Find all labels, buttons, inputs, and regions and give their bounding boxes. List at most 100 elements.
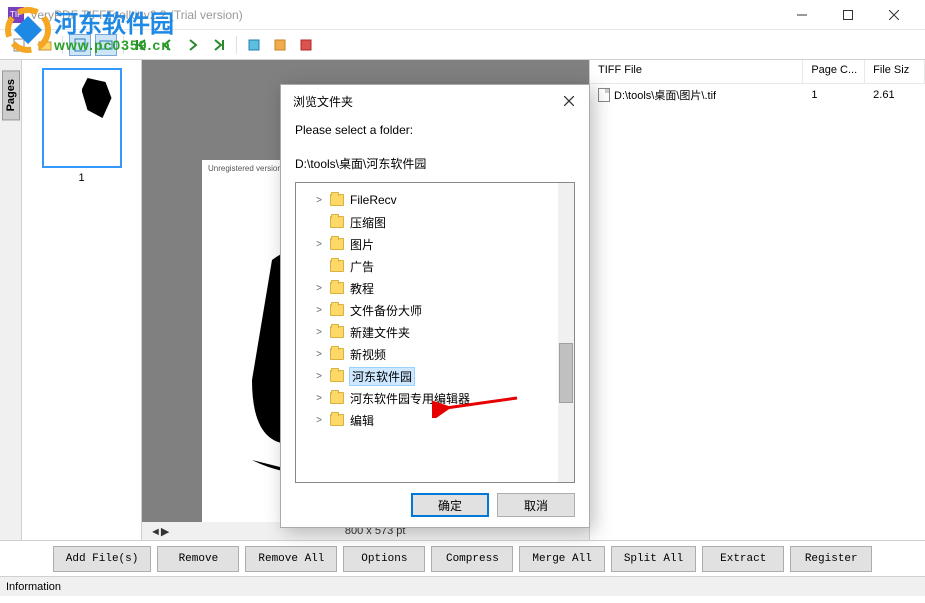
thumbnail-item[interactable]: 1 (30, 68, 133, 184)
toolbar (0, 30, 925, 60)
remove-all-button[interactable]: Remove All (245, 546, 337, 572)
next-page-icon[interactable] (182, 34, 204, 56)
col-tiff-file[interactable]: TIFF File (590, 60, 803, 83)
thumbnail-image (42, 68, 122, 168)
tree-item-label: 河东软件园专用编辑器 (350, 390, 470, 407)
tree-item[interactable]: 压缩图 (300, 211, 570, 233)
fit-page-icon[interactable] (69, 34, 91, 56)
tree-item[interactable]: 广告 (300, 255, 570, 277)
tree-item-label: FileRecv (350, 193, 397, 207)
scroll-left-icon[interactable]: ◄▶ (150, 525, 169, 538)
folder-icon (330, 260, 344, 272)
file-list-body: D:\tools\桌面\图片\.tif 1 2.61 (590, 84, 925, 540)
tree-item-label: 压缩图 (350, 214, 386, 231)
cell-pages: 1 (803, 87, 865, 103)
dialog-titlebar[interactable]: 浏览文件夹 (281, 85, 589, 117)
window-titlebar: TIF VeryPDF TIFFToolkit v2.2 (Trial vers… (0, 0, 925, 30)
remove-button[interactable]: Remove (157, 546, 239, 572)
open-icon[interactable] (34, 34, 56, 56)
document-icon[interactable] (8, 34, 30, 56)
tree-item[interactable]: > 文件备份大师 (300, 299, 570, 321)
dialog-path: D:\tools\桌面\河东软件园 (295, 155, 575, 172)
tree-item[interactable]: > 新建文件夹 (300, 321, 570, 343)
expand-icon[interactable]: > (314, 327, 324, 338)
cancel-button[interactable]: 取消 (497, 493, 575, 517)
split-all-button[interactable]: Split All (611, 546, 696, 572)
expand-icon[interactable]: > (314, 239, 324, 250)
maximize-button[interactable] (825, 0, 871, 30)
extract-button[interactable]: Extract (702, 546, 784, 572)
tree-item-label: 新建文件夹 (350, 324, 410, 341)
rotate-right-icon[interactable] (269, 34, 291, 56)
dialog-prompt: Please select a folder: (295, 123, 575, 137)
unregistered-label: Unregistered version (208, 164, 282, 173)
dialog-title: 浏览文件夹 (293, 93, 353, 110)
browse-folder-dialog: 浏览文件夹 Please select a folder: D:\tools\桌… (280, 84, 590, 528)
pages-tab[interactable]: Pages (0, 60, 22, 540)
tree-item[interactable]: > 图片 (300, 233, 570, 255)
tree-item-label: 图片 (350, 236, 374, 253)
cell-size: 2.61 (865, 87, 925, 103)
merge-all-button[interactable]: Merge All (519, 546, 604, 572)
tree-scrollbar[interactable] (558, 183, 574, 482)
expand-icon[interactable]: > (314, 305, 324, 316)
expand-icon[interactable]: > (314, 349, 324, 360)
expand-icon[interactable]: > (314, 393, 324, 404)
file-list-panel: TIFF File Page C... File Siz D:\tools\桌面… (589, 60, 925, 540)
folder-icon (330, 414, 344, 426)
tree-item-label: 广告 (350, 258, 374, 275)
info-icon[interactable] (295, 34, 317, 56)
file-list-header: TIFF File Page C... File Siz (590, 60, 925, 84)
ok-button[interactable]: 确定 (411, 493, 489, 517)
folder-icon (330, 194, 344, 206)
first-page-icon[interactable] (130, 34, 152, 56)
minimize-button[interactable] (779, 0, 825, 30)
tree-item[interactable]: > 编辑 (300, 409, 570, 431)
dialog-close-button[interactable] (555, 89, 583, 113)
expand-icon[interactable]: > (314, 283, 324, 294)
register-button[interactable]: Register (790, 546, 872, 572)
folder-icon (330, 282, 344, 294)
folder-icon (330, 216, 344, 228)
status-label: Information (6, 581, 61, 593)
expand-icon[interactable]: > (314, 195, 324, 206)
col-file-size[interactable]: File Siz (865, 60, 925, 83)
tree-item-label: 河东软件园 (350, 368, 414, 385)
tree-item[interactable]: > 河东软件园 (300, 365, 570, 387)
rotate-left-icon[interactable] (243, 34, 265, 56)
table-row[interactable]: D:\tools\桌面\图片\.tif 1 2.61 (590, 84, 925, 106)
fit-width-icon[interactable] (95, 34, 117, 56)
statusbar: Information (0, 576, 925, 596)
expand-icon[interactable]: > (314, 415, 324, 426)
tree-item[interactable]: > FileRecv (300, 189, 570, 211)
tree-item[interactable]: > 河东软件园专用编辑器 (300, 387, 570, 409)
window-title: VeryPDF TIFFToolkit v2.2 (Trial version) (30, 8, 779, 22)
compress-button[interactable]: Compress (431, 546, 513, 572)
folder-icon (330, 370, 344, 382)
folder-icon (330, 326, 344, 338)
folder-icon (330, 392, 344, 404)
tree-item-label: 教程 (350, 280, 374, 297)
folder-icon (330, 348, 344, 360)
tree-item[interactable]: > 教程 (300, 277, 570, 299)
close-button[interactable] (871, 0, 917, 30)
tree-item[interactable]: > 新视频 (300, 343, 570, 365)
app-icon: TIF (8, 7, 24, 23)
folder-icon (330, 304, 344, 316)
last-page-icon[interactable] (208, 34, 230, 56)
bottom-toolbar: Add File(s) Remove Remove All Options Co… (0, 540, 925, 576)
add-files-button[interactable]: Add File(s) (53, 546, 152, 572)
col-page-count[interactable]: Page C... (803, 60, 865, 83)
options-button[interactable]: Options (343, 546, 425, 572)
prev-page-icon[interactable] (156, 34, 178, 56)
thumbnail-panel: 1 (22, 60, 142, 540)
file-icon (598, 88, 610, 102)
tree-item-label: 新视频 (350, 346, 386, 363)
expand-icon[interactable]: > (314, 371, 324, 382)
folder-tree[interactable]: > FileRecv 压缩图 > 图片广告 > 教程 > 文件备份大师 > 新建文件夹 > 新视频 > 河东… (295, 182, 575, 483)
cell-file: D:\tools\桌面\图片\.tif (590, 85, 803, 105)
folder-icon (330, 238, 344, 250)
tree-item-label: 编辑 (350, 412, 374, 429)
thumbnail-label: 1 (30, 172, 133, 184)
tree-item-label: 文件备份大师 (350, 302, 422, 319)
